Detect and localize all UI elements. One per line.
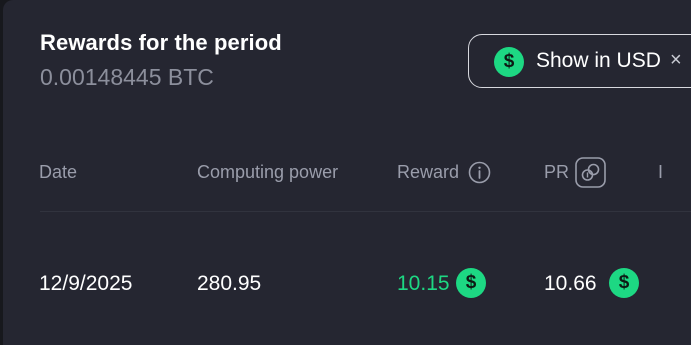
cell-reward: 10.15 bbox=[397, 272, 450, 295]
column-header-pr[interactable]: PR bbox=[544, 162, 569, 183]
cell-date: 12/9/2025 bbox=[39, 272, 133, 295]
info-icon[interactable] bbox=[468, 161, 491, 184]
dollar-icon[interactable]: $ bbox=[456, 268, 486, 298]
header-divider bbox=[40, 211, 691, 212]
pool-rate-icon[interactable] bbox=[575, 157, 606, 188]
dollar-icon[interactable]: $ bbox=[609, 268, 639, 298]
column-header-more[interactable]: I bbox=[658, 162, 663, 183]
dollar-icon: $ bbox=[494, 47, 524, 77]
rewards-panel: Rewards for the period 0.00148445 BTC $ … bbox=[3, 0, 691, 345]
show-in-usd-button[interactable]: $ Show in USD × bbox=[468, 34, 691, 88]
column-header-date[interactable]: Date bbox=[39, 162, 77, 183]
rewards-total: 0.00148445 BTC bbox=[40, 64, 214, 90]
cell-pr: 10.66 bbox=[544, 272, 597, 295]
show-in-usd-label: Show in USD bbox=[536, 49, 661, 72]
close-icon[interactable]: × bbox=[670, 50, 682, 70]
cell-computing-power: 280.95 bbox=[197, 272, 262, 295]
page-title: Rewards for the period bbox=[40, 30, 282, 55]
column-header-reward[interactable]: Reward bbox=[397, 162, 459, 183]
column-header-computing-power[interactable]: Computing power bbox=[197, 162, 338, 183]
